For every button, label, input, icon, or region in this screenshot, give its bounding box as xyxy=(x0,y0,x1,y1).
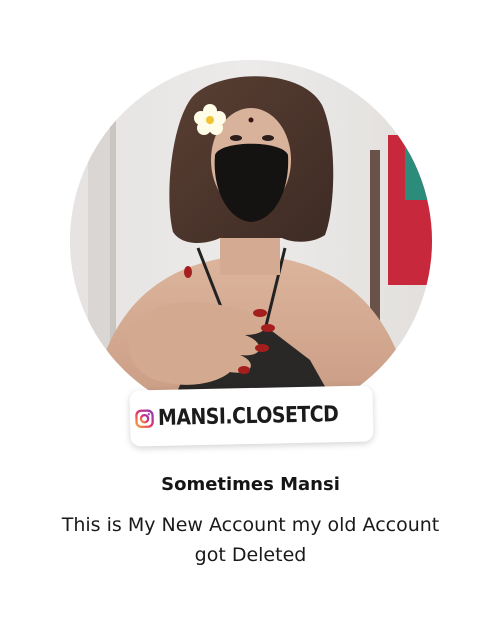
instagram-icon xyxy=(135,408,154,428)
bio-line-2: got Deleted xyxy=(194,544,307,566)
profile-photo[interactable] xyxy=(70,60,432,422)
instagram-handle-sticker[interactable]: MANSI.CLOSETCD xyxy=(129,385,374,447)
bio: This is My New Account my old Account go… xyxy=(20,510,481,570)
bio-line-1: This is My New Account my old Account xyxy=(61,514,440,536)
instagram-handle: MANSI.CLOSETCD xyxy=(157,401,339,431)
display-name: Sometimes Mansi xyxy=(161,474,340,495)
profile-photo-illustration xyxy=(70,60,432,422)
